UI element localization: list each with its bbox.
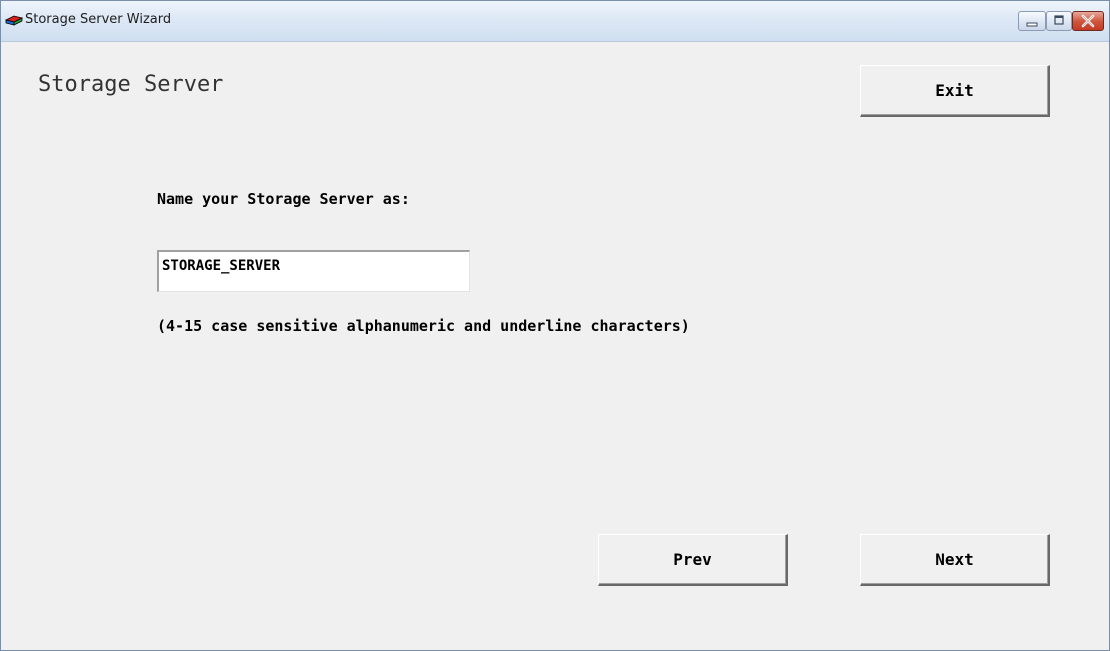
server-name-hint: (4-15 case sensitive alphanumeric and un… (157, 317, 690, 335)
minimize-icon (1026, 22, 1038, 27)
close-button[interactable] (1072, 11, 1104, 31)
minimize-button[interactable] (1018, 11, 1046, 31)
wizard-window: Storage Server Wizard Storage Server Exi… (0, 0, 1110, 651)
storage-server-icon (5, 15, 23, 26)
exit-button[interactable]: Exit (860, 65, 1050, 117)
page-heading: Storage Server (38, 72, 224, 97)
server-name-input[interactable] (157, 250, 470, 292)
maximize-icon (1054, 15, 1064, 25)
close-icon (1081, 14, 1095, 28)
next-button[interactable]: Next (860, 534, 1050, 586)
maximize-button[interactable] (1046, 11, 1072, 31)
prev-button[interactable]: Prev (598, 534, 788, 586)
server-name-label: Name your Storage Server as: (157, 190, 410, 208)
title-bar[interactable]: Storage Server Wizard (1, 1, 1109, 42)
window-title: Storage Server Wizard (25, 12, 172, 27)
